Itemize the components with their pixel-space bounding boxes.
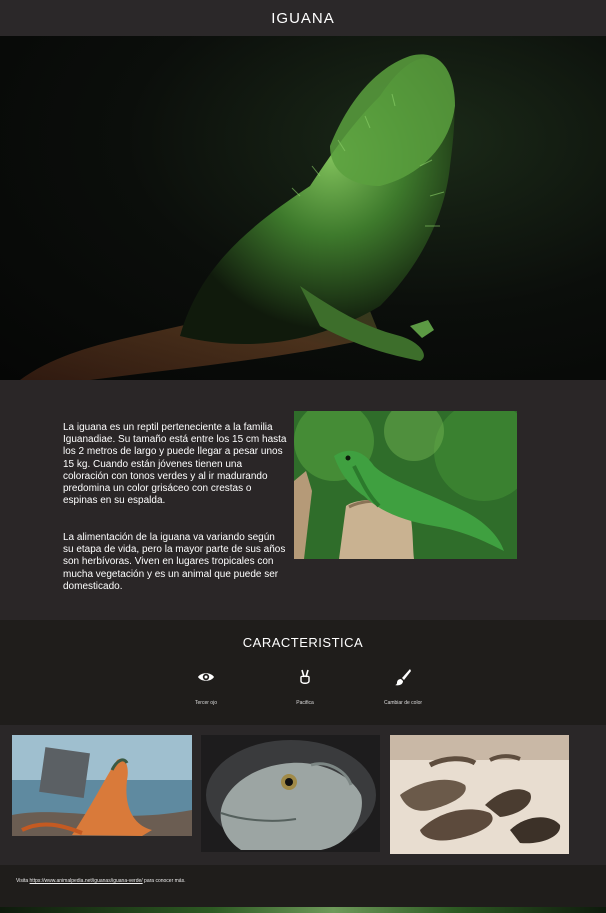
footer-image-strip [0, 907, 606, 913]
intro-paragraph-diet: La alimentación de la iguana va variando… [63, 532, 286, 592]
gallery-photo-iguana-group [390, 735, 569, 854]
eye-icon [197, 668, 215, 686]
feature-change-color-label: Cambiar de color [383, 700, 423, 706]
features-title: CARACTERISTICA [242, 635, 364, 650]
footer-text: Visita https://www.animalpedia.net/iguan… [16, 878, 185, 884]
photo-gallery [0, 725, 606, 865]
footer-prefix: Visita [16, 878, 30, 884]
feature-peaceful-label: Pacifica [296, 700, 314, 706]
page-footer: Visita https://www.animalpedia.net/iguan… [0, 865, 606, 913]
green-iguana-photo [294, 411, 517, 559]
features-section: CARACTERISTICA Tercer ojo Pacifica Cambi… [0, 620, 606, 725]
hero-iguana-illustration [20, 54, 455, 380]
footer-suffix: para conocer más. [142, 878, 186, 884]
hero-image [0, 36, 606, 380]
paintbrush-icon [394, 668, 412, 686]
feature-peaceful: Pacifica [265, 668, 345, 706]
peace-hand-icon [296, 668, 314, 686]
feature-third-eye: Tercer ojo [166, 668, 246, 706]
gallery-photo-orange-iguana [12, 735, 192, 836]
intro-paragraph-description: La iguana es un reptil perteneciente a l… [63, 422, 287, 507]
page-title: IGUANA [271, 9, 335, 27]
gallery-photo-iguana-head [201, 735, 380, 852]
intro-section: La iguana es un reptil perteneciente a l… [0, 380, 606, 620]
page-header: IGUANA [0, 0, 606, 36]
feature-third-eye-label: Tercer ojo [195, 700, 217, 706]
feature-change-color: Cambiar de color [363, 668, 443, 706]
footer-source-link[interactable]: https://www.animalpedia.net/iguanas/igua… [30, 878, 143, 884]
